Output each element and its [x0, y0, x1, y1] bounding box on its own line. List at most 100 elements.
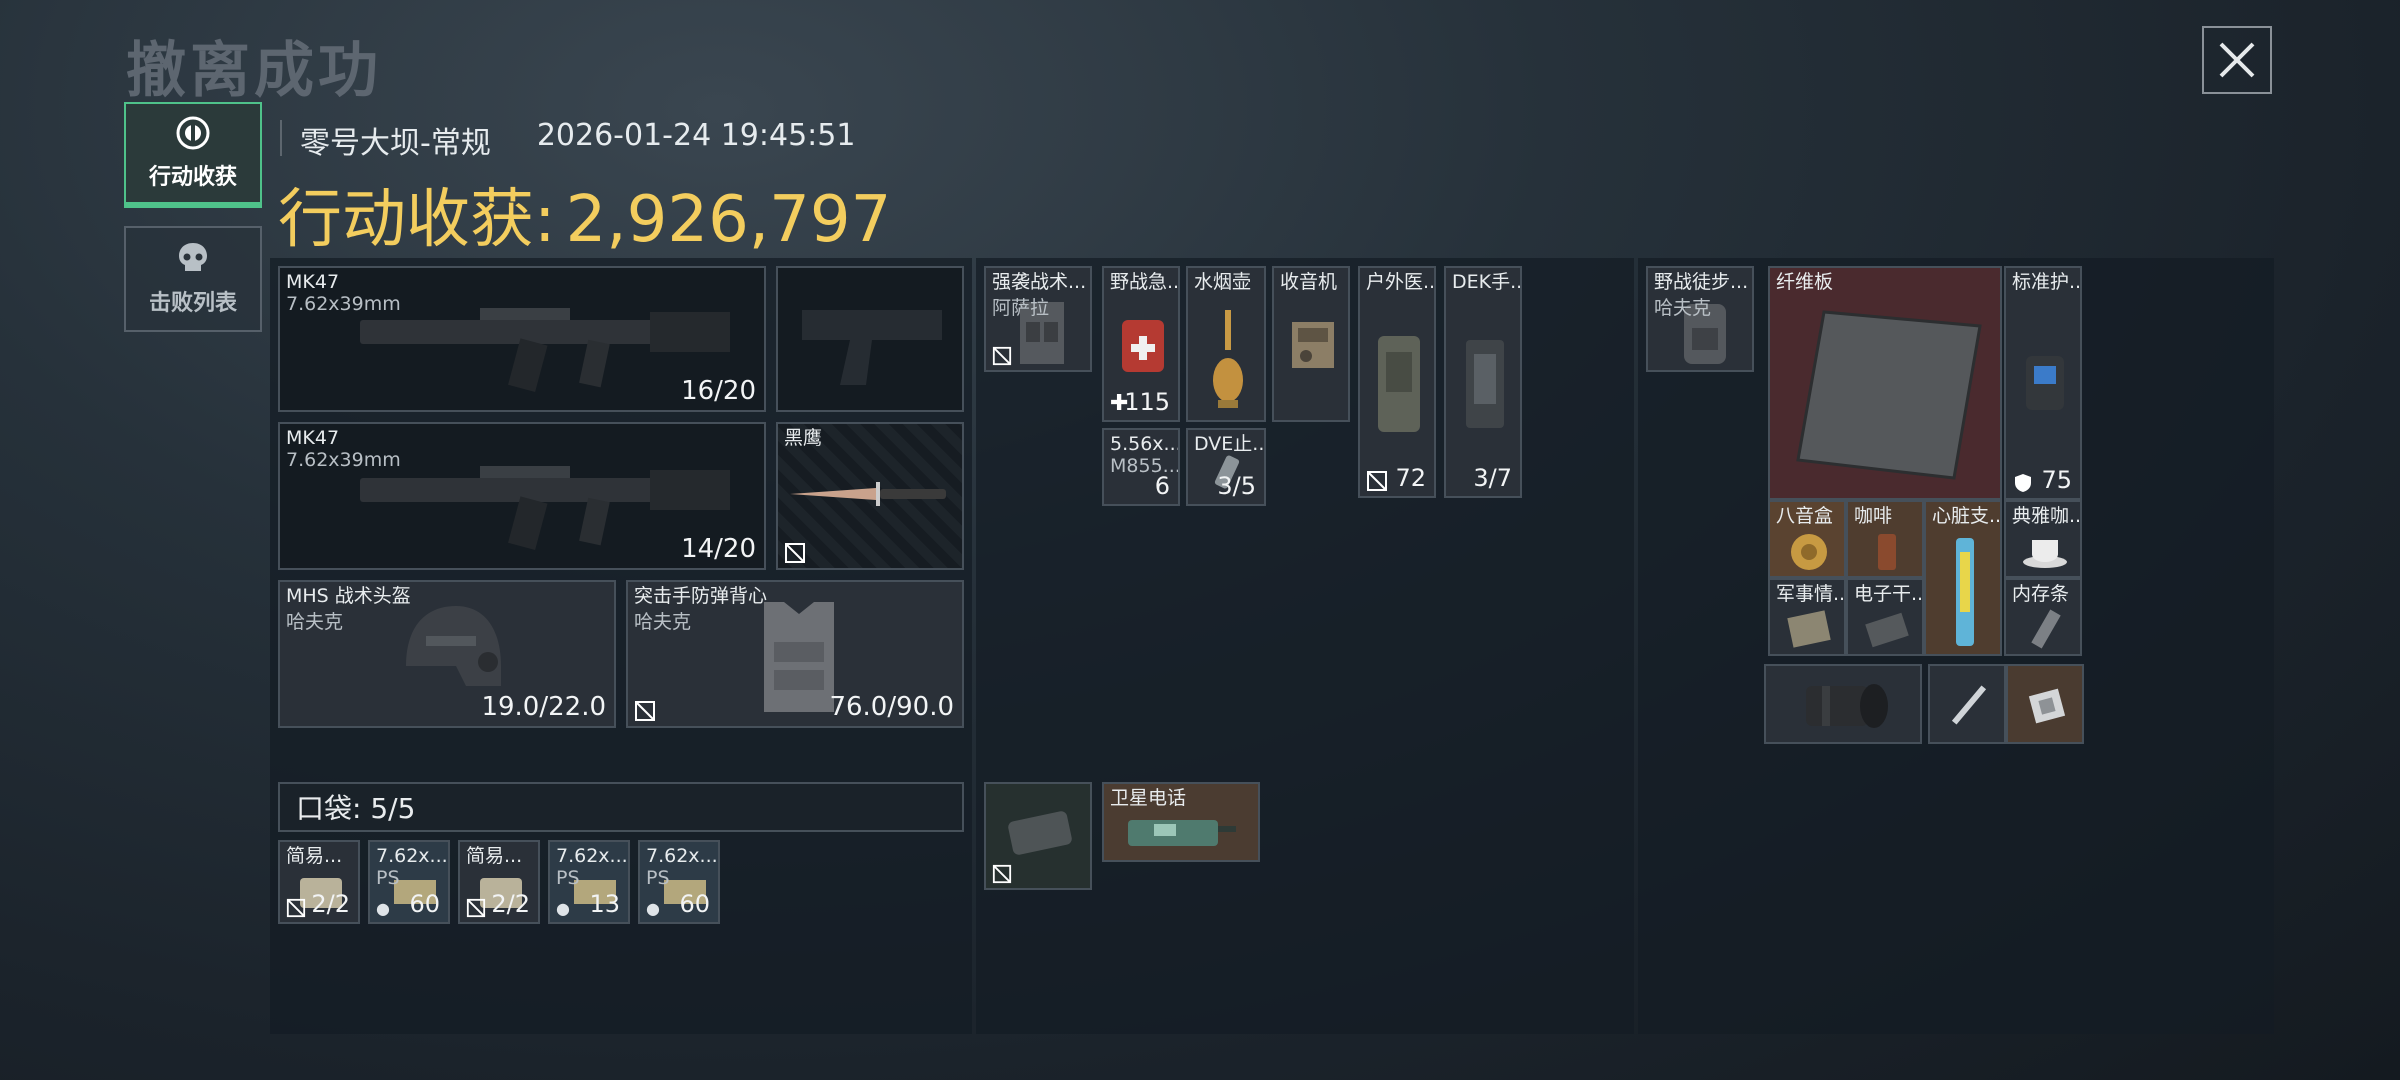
rig-item[interactable]: 卫星电话	[1102, 782, 1260, 862]
primary-weapon-1[interactable]: MK47 7.62x39mm 16/20	[278, 266, 766, 412]
item-sub: PS	[376, 867, 400, 889]
tab-kills-label: 击败列表	[148, 291, 237, 316]
item-name: 咖啡	[1854, 505, 1893, 527]
item-count: 13	[589, 890, 620, 918]
item-name: 典雅咖...	[2012, 505, 2082, 527]
income-value: 2,926,797	[565, 183, 892, 257]
item-name: 八音盒	[1776, 505, 1834, 527]
backpack-item[interactable]	[2006, 664, 2084, 744]
no-insure-icon	[466, 898, 486, 918]
item-name: 标准护...	[2012, 271, 2082, 293]
armor-slot[interactable]: 突击手防弹背心 哈夫克 76.0/90.0	[626, 580, 964, 728]
rig-item[interactable]: 5.56x... M855... 6	[1102, 428, 1180, 506]
pocket-item[interactable]: 7.62x... PS ● 13	[548, 840, 630, 924]
memory-stick-icon	[2031, 609, 2061, 649]
backpack-item[interactable]	[1928, 664, 2006, 744]
item-sub: PS	[646, 867, 670, 889]
first-aid-kit-icon	[1122, 320, 1164, 372]
backpack-slot[interactable]: 野战徒步... 哈夫克	[1646, 266, 1754, 372]
item-name: 黑鹰	[784, 427, 823, 449]
item-name: 突击手防弹背心	[634, 585, 768, 607]
melee-slot[interactable]: 黑鹰	[776, 422, 964, 570]
item-sub: 阿萨拉	[992, 297, 1050, 319]
item-name: 强袭战术...	[992, 271, 1087, 293]
chest-rig-slot[interactable]: 强袭战术... 阿萨拉	[984, 266, 1092, 372]
item-count: 115	[1124, 388, 1170, 416]
item-sub: 7.62x39mm	[286, 449, 401, 471]
satellite-phone-icon	[1128, 820, 1236, 846]
coin-icon	[176, 116, 210, 150]
item-sub: 哈夫克	[634, 611, 692, 633]
music-box-icon	[1791, 534, 1827, 570]
item-name: 野战急...	[1110, 271, 1180, 293]
close-button[interactable]	[2202, 26, 2272, 94]
syringe-icon	[1951, 685, 1987, 725]
item-name: 7.62x...	[376, 845, 448, 867]
page-title: 撤离成功	[126, 36, 382, 106]
item-sub: 哈夫克	[1654, 297, 1712, 319]
radio-icon	[1292, 322, 1334, 368]
rig-item[interactable]: DVE止... 3/5	[1186, 428, 1266, 506]
fiber-board-icon	[1796, 310, 1982, 480]
item-name: 卫星电话	[1110, 787, 1187, 809]
pocket-item[interactable]: 7.62x... PS ● 60	[638, 840, 720, 924]
tab-loot-label: 行动收获	[148, 165, 237, 190]
backpack-item[interactable]: 内存条	[2004, 578, 2082, 656]
backpack-item[interactable]: 咖啡	[1846, 500, 1924, 578]
coffee-cup-icon	[2023, 540, 2067, 568]
item-count: 3/5	[1217, 472, 1256, 500]
item-name: 简易...	[286, 845, 343, 867]
heart-stent-icon	[1956, 538, 1974, 646]
item-count: 60	[409, 890, 440, 918]
shield-icon	[2015, 474, 2031, 492]
item-name: DEK手...	[1452, 271, 1522, 293]
coffee-can-icon	[1878, 534, 1896, 570]
item-count: 60	[679, 890, 710, 918]
rig-item[interactable]: 水烟壶	[1186, 266, 1266, 422]
intel-map-icon	[1787, 610, 1831, 648]
item-name: 军事情...	[1776, 583, 1846, 605]
item-name: 野战徒步...	[1654, 271, 1749, 293]
backpack-item[interactable]	[1764, 664, 1922, 744]
ammo-dot-icon: ●	[646, 899, 660, 918]
item-name: MHS 战术头盔	[286, 585, 411, 607]
item-name: DVE止...	[1194, 433, 1266, 455]
backpack-item[interactable]: 八音盒	[1768, 500, 1846, 578]
item-count: 2/2	[491, 890, 530, 918]
rig-item[interactable]	[984, 782, 1092, 890]
raid-datetime: 2026-01-24 19:45:51	[536, 118, 856, 153]
item-name: MK47	[286, 427, 340, 449]
raid-meta: 零号大坝-常规 2026-01-24 19:45:51	[280, 118, 856, 162]
rig-item[interactable]: DEK手... 3/7	[1444, 266, 1522, 498]
primary-weapon-2[interactable]: MK47 7.62x39mm 14/20	[278, 422, 766, 570]
ammo-dot-icon: ●	[376, 899, 390, 918]
tab-loot[interactable]: 行动收获	[124, 102, 262, 208]
backpack-item[interactable]: 典雅咖...	[2004, 500, 2082, 578]
pocket-item[interactable]: 简易... 2/2	[458, 840, 540, 924]
item-name: 心脏支...	[1932, 505, 2002, 527]
item-name: 户外医...	[1366, 271, 1436, 293]
backpack-item[interactable]: 心脏支...	[1924, 500, 2002, 656]
item-name: 7.62x...	[646, 845, 718, 867]
item-sub: 哈夫克	[286, 611, 344, 633]
helmet-slot[interactable]: MHS 战术头盔 哈夫克 19.0/22.0	[278, 580, 616, 728]
item-count: 6	[1154, 472, 1170, 500]
close-icon	[2219, 42, 2255, 78]
tab-kills[interactable]: 击败列表	[124, 226, 262, 332]
backpack-item[interactable]: 电子干...	[1846, 578, 1924, 656]
no-insure-icon	[992, 864, 1012, 884]
durability: 76.0/90.0	[829, 692, 954, 722]
backpack-item[interactable]: 纤维板	[1768, 266, 2002, 500]
item-name: 纤维板	[1776, 271, 1834, 293]
pocket-item[interactable]: 7.62x... PS ● 60	[368, 840, 450, 924]
income-row: 行动收获: 2,926,797	[278, 168, 891, 260]
pocket-item[interactable]: 简易... 2/2	[278, 840, 360, 924]
rig-item[interactable]: 野战急... ✚ 115	[1102, 266, 1180, 422]
backpack-item[interactable]: 标准护... 75	[2004, 266, 2082, 500]
rig-item[interactable]: 收音机	[1272, 266, 1350, 422]
item-name: 内存条	[2012, 583, 2070, 605]
sidearm-slot-empty[interactable]	[776, 266, 964, 412]
ammo-count: 16/20	[681, 376, 756, 406]
backpack-item[interactable]: 军事情...	[1768, 578, 1846, 656]
rig-item[interactable]: 户外医... 72	[1358, 266, 1436, 498]
